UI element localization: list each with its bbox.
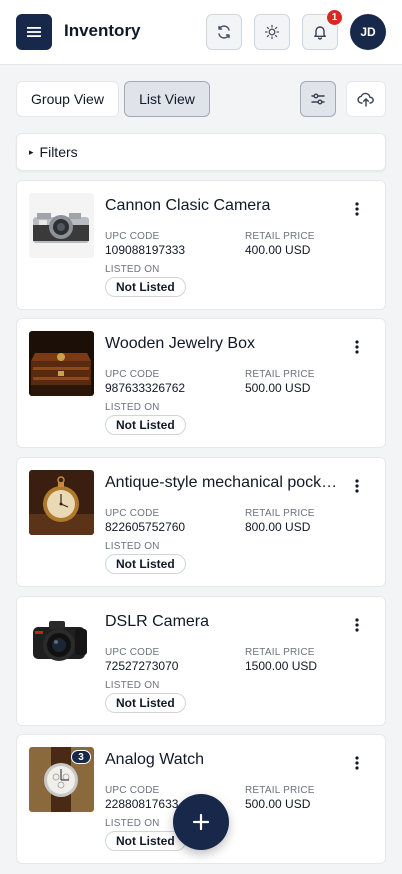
item-name: Cannon Clasic Camera: [105, 197, 271, 214]
upload-button[interactable]: [346, 81, 386, 117]
caret-right-icon: ▸: [29, 146, 34, 157]
list-view-button[interactable]: List View: [124, 81, 210, 117]
listed-on-label: LISTED ON: [105, 541, 160, 552]
item-name: Antique-style mechanical pocket watch: [105, 474, 341, 491]
item-card[interactable]: Cannon Clasic Camera UPC CODE 1090881973…: [16, 180, 386, 310]
item-more-button[interactable]: [347, 614, 367, 636]
dslr-camera-photo: [29, 609, 94, 674]
status-badge: Not Listed: [105, 693, 186, 713]
group-view-button[interactable]: Group View: [16, 81, 119, 117]
price-label: RETAIL PRICE: [245, 508, 315, 519]
price-value: 1500.00 USD: [245, 659, 318, 673]
menu-icon: [27, 27, 41, 37]
filter-settings-button[interactable]: [300, 81, 336, 117]
item-card[interactable]: Antique-style mechanical pocket watch UP…: [16, 457, 386, 587]
menu-button[interactable]: [16, 14, 52, 50]
item-more-button[interactable]: [347, 475, 367, 497]
price-label: RETAIL PRICE: [245, 647, 315, 658]
camera-photo: [29, 193, 94, 258]
pocket-watch-photo: [29, 470, 94, 535]
price-value: 500.00 USD: [245, 381, 311, 395]
sun-icon: [264, 24, 280, 40]
sliders-icon: [311, 93, 325, 105]
listed-on-label: LISTED ON: [105, 818, 160, 829]
notifications-button[interactable]: 1: [302, 9, 343, 50]
upc-label: UPC CODE: [105, 785, 160, 796]
bell-icon: [314, 26, 326, 40]
more-vertical-icon: [355, 340, 359, 354]
price-label: RETAIL PRICE: [245, 231, 315, 242]
page-title: Inventory: [64, 21, 141, 40]
item-name: DSLR Camera: [105, 613, 210, 630]
price-value: 800.00 USD: [245, 520, 311, 534]
item-name: Analog Watch: [105, 751, 205, 768]
upc-value: 109088197333: [105, 243, 186, 257]
price-value: 500.00 USD: [245, 797, 311, 811]
item-more-button[interactable]: [347, 336, 367, 358]
user-avatar[interactable]: JD: [350, 14, 386, 50]
status-badge: Not Listed: [105, 415, 186, 435]
more-vertical-icon: [355, 479, 359, 493]
notification-count-badge: 1: [326, 9, 343, 26]
filters-toggle[interactable]: ▸ Filters: [16, 133, 386, 171]
item-card[interactable]: Wooden Jewelry Box UPC CODE 987633326762…: [16, 318, 386, 448]
refresh-icon: [218, 25, 230, 39]
listed-on-label: LISTED ON: [105, 264, 160, 275]
listed-on-label: LISTED ON: [105, 680, 160, 691]
upc-value: 22880817633: [105, 797, 179, 811]
more-vertical-icon: [355, 202, 359, 216]
item-thumbnail: [29, 331, 94, 396]
upc-value: 987633326762: [105, 381, 186, 395]
status-badge: Not Listed: [105, 831, 186, 851]
item-thumbnail: [29, 193, 94, 258]
item-more-button[interactable]: [347, 752, 367, 774]
more-vertical-icon: [355, 756, 359, 770]
refresh-button[interactable]: [206, 14, 242, 50]
cloud-upload-icon: [357, 92, 374, 107]
status-badge: Not Listed: [105, 554, 186, 574]
image-count-badge: 3: [71, 750, 91, 764]
item-name: Wooden Jewelry Box: [105, 335, 255, 352]
plus-icon: [192, 813, 210, 831]
more-vertical-icon: [355, 618, 359, 632]
upc-label: UPC CODE: [105, 369, 160, 380]
item-more-button[interactable]: [347, 198, 367, 220]
add-item-button[interactable]: [173, 794, 229, 850]
listed-on-label: LISTED ON: [105, 402, 160, 413]
jewelry-box-photo: [29, 331, 94, 396]
upc-label: UPC CODE: [105, 231, 160, 242]
app-header: Inventory 1 JD: [0, 0, 402, 65]
price-label: RETAIL PRICE: [245, 785, 315, 796]
price-label: RETAIL PRICE: [245, 369, 315, 380]
upc-label: UPC CODE: [105, 647, 160, 658]
status-badge: Not Listed: [105, 277, 186, 297]
upc-value: 822605752760: [105, 520, 186, 534]
price-value: 400.00 USD: [245, 243, 311, 257]
item-thumbnail: [29, 470, 94, 535]
item-thumbnail: 3: [29, 747, 94, 812]
filters-label: Filters: [39, 144, 78, 160]
upc-label: UPC CODE: [105, 508, 160, 519]
item-thumbnail: [29, 609, 94, 674]
item-card[interactable]: DSLR Camera UPC CODE 72527273070 RETAIL …: [16, 596, 386, 726]
theme-toggle-button[interactable]: [254, 14, 290, 50]
upc-value: 72527273070: [105, 659, 179, 673]
